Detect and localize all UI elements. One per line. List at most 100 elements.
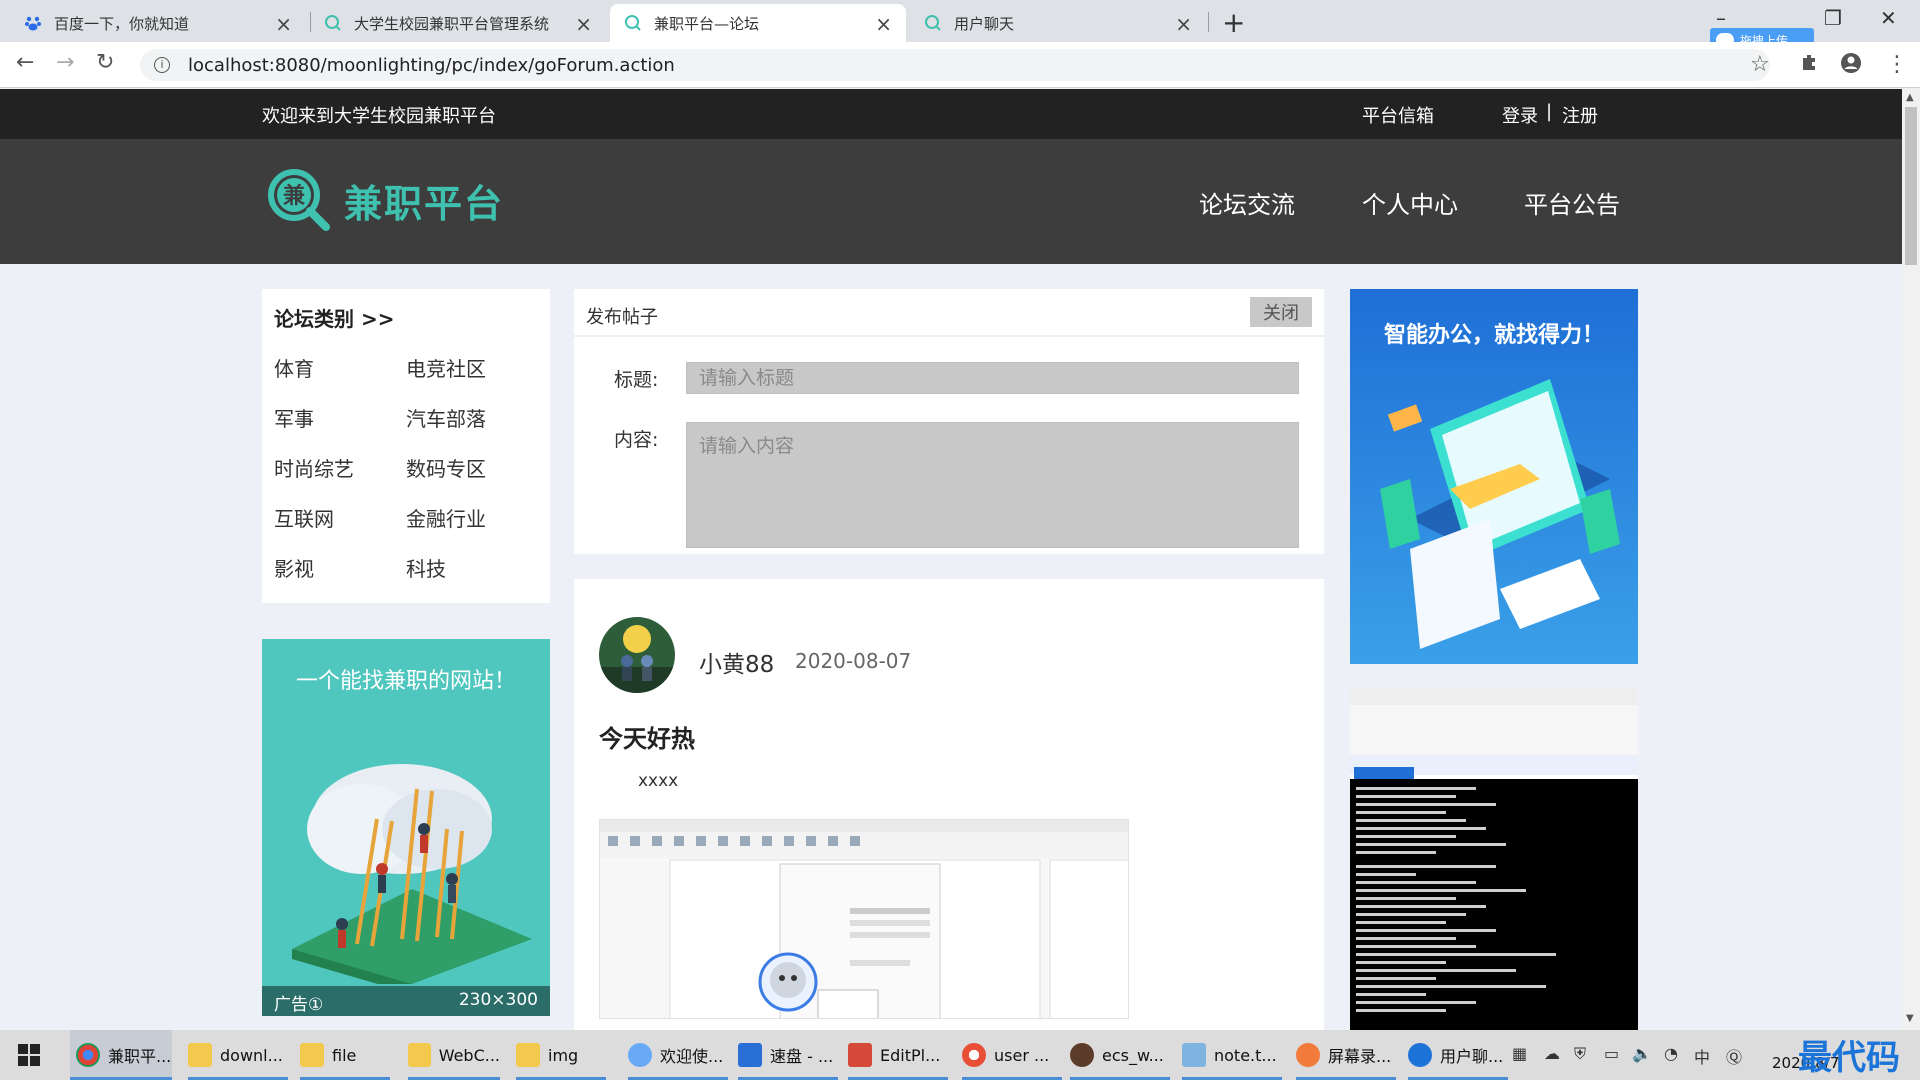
forward-arrow-icon[interactable]: → bbox=[56, 50, 74, 75]
tray-app-icon[interactable]: ▦ bbox=[1512, 1044, 1527, 1063]
taskbar-item-downloads[interactable]: downl... bbox=[188, 1030, 288, 1080]
left-ad-banner[interactable]: 一个能找兼职的网站！ 广告① 230×300 bbox=[262, 639, 550, 1016]
scroll-up-arrow-icon[interactable]: ▲ bbox=[1906, 92, 1914, 103]
cloud-drive-icon bbox=[738, 1043, 762, 1067]
content-label: 内容: bbox=[614, 429, 659, 451]
logo-glyph: 兼 bbox=[283, 183, 305, 209]
close-icon[interactable]: × bbox=[575, 12, 592, 36]
tray-cloud-icon[interactable]: ☁ bbox=[1544, 1044, 1560, 1063]
scroll-down-arrow-icon[interactable]: ▼ bbox=[1906, 1013, 1914, 1024]
address-bar[interactable]: i localhost:8080/moonlighting/pc/index/g… bbox=[140, 49, 1770, 81]
taskbar-item-chat[interactable]: 用户聊... bbox=[1408, 1030, 1508, 1080]
browser-tab-admin[interactable]: 大学生校园兼职平台管理系统 × bbox=[310, 4, 606, 42]
scrollbar-thumb[interactable] bbox=[1905, 107, 1917, 265]
taskbar-item-supan[interactable]: 速盘 - ... bbox=[738, 1030, 838, 1080]
star-icon[interactable]: ☆ bbox=[1750, 52, 1770, 77]
tab-separator bbox=[1208, 12, 1209, 32]
post-date: 2020-08-07 bbox=[795, 649, 912, 673]
taskbar-item-label: 用户聊... bbox=[1440, 1047, 1504, 1066]
back-arrow-icon[interactable]: ← bbox=[16, 50, 34, 75]
laptop-office-illustration bbox=[1380, 379, 1620, 649]
network-icon[interactable]: ◔ bbox=[1664, 1044, 1678, 1063]
browser-tab-baidu[interactable]: 百度一下，你就知道 × bbox=[10, 4, 306, 42]
ad-slogan: 智能办公，就找得力！ bbox=[1383, 323, 1604, 348]
browser-tab-forum[interactable]: 兼职平台—论坛 × bbox=[610, 4, 906, 42]
browser-tab-chat[interactable]: 用户聊天 × bbox=[910, 4, 1206, 42]
tray-shield-icon[interactable]: ⛨ bbox=[1574, 1044, 1586, 1064]
category-item[interactable]: 汽车部落 bbox=[406, 403, 486, 432]
nav-forum[interactable]: 论坛交流 bbox=[1199, 185, 1295, 220]
title-label: 标题: bbox=[614, 369, 659, 391]
avatar[interactable] bbox=[599, 617, 675, 693]
form-divider bbox=[574, 335, 1324, 337]
menu-dots-icon[interactable]: ⋮ bbox=[1886, 52, 1908, 77]
restore-icon[interactable]: ❐ bbox=[1824, 6, 1842, 30]
reload-icon[interactable]: ↻ bbox=[96, 50, 114, 75]
category-item[interactable]: 数码专区 bbox=[406, 453, 486, 482]
site-logo[interactable]: 兼 兼职平台 bbox=[266, 167, 504, 233]
close-icon[interactable]: × bbox=[275, 12, 292, 36]
nav-personal-center[interactable]: 个人中心 bbox=[1362, 185, 1458, 220]
new-tab-button[interactable]: + bbox=[1222, 6, 1245, 39]
taskbar-item-label: WebC... bbox=[438, 1045, 500, 1065]
post-author[interactable]: 小黄88 bbox=[699, 645, 774, 679]
category-item[interactable]: 互联网 bbox=[274, 503, 334, 532]
content-textarea[interactable] bbox=[686, 422, 1299, 548]
taskbar-item-welcome[interactable]: 欢迎使... bbox=[628, 1030, 728, 1080]
right-ad-banner[interactable]: 智能办公，就找得力！ bbox=[1350, 289, 1638, 664]
close-icon[interactable]: × bbox=[875, 12, 892, 36]
taskbar-item-file[interactable]: file bbox=[300, 1030, 390, 1080]
taskbar-item-webc[interactable]: WebC... bbox=[408, 1030, 500, 1080]
mailbox-link[interactable]: 平台信箱 bbox=[1362, 102, 1434, 128]
category-panel: 论坛类别 >> 体育 电竞社区 军事 汽车部落 时尚综艺 数码专区 互联网 金融… bbox=[262, 289, 550, 603]
taskbar-item-ecs[interactable]: ecs_w... bbox=[1070, 1030, 1170, 1080]
cloud-ladder-illustration bbox=[292, 764, 532, 984]
browser-tab-bar: 百度一下，你就知道 × 大学生校园兼职平台管理系统 × 兼职平台—论坛 × 用户… bbox=[0, 0, 1920, 52]
login-link[interactable]: 登录 bbox=[1502, 102, 1538, 128]
extension-puzzle-icon[interactable] bbox=[1800, 52, 1820, 78]
folder-icon bbox=[516, 1043, 540, 1067]
post-image[interactable] bbox=[599, 819, 1129, 1019]
category-item[interactable]: 金融行业 bbox=[406, 503, 486, 532]
close-icon[interactable]: × bbox=[1175, 12, 1192, 36]
window-close-icon[interactable]: ✕ bbox=[1880, 6, 1897, 30]
post-body: xxxx bbox=[638, 771, 679, 791]
taskbar-item-label: 速盘 - ... bbox=[770, 1047, 834, 1066]
category-item[interactable]: 影视 bbox=[274, 553, 314, 582]
close-form-button[interactable]: 关闭 bbox=[1250, 297, 1312, 327]
nav-announcements[interactable]: 平台公告 bbox=[1524, 185, 1620, 220]
info-icon[interactable]: i bbox=[154, 57, 170, 73]
taskbar-item-label: img bbox=[548, 1045, 579, 1065]
tab-title: 兼职平台—论坛 bbox=[654, 14, 760, 33]
category-item[interactable]: 体育 bbox=[274, 353, 314, 382]
taskbar-item-user[interactable]: user ... bbox=[962, 1030, 1062, 1080]
battery-icon[interactable]: ▭ bbox=[1604, 1044, 1619, 1063]
post-title[interactable]: 今天好热 bbox=[599, 719, 695, 754]
taskbar-item-screen-recorder[interactable]: 屏幕录... bbox=[1296, 1030, 1396, 1080]
page-scrollbar[interactable]: ▲ ▼ bbox=[1902, 89, 1920, 1030]
url-text: localhost:8080/moonlighting/pc/index/goF… bbox=[188, 54, 675, 76]
taskbar-item-label: file bbox=[332, 1045, 357, 1065]
taskbar-item-img[interactable]: img bbox=[516, 1030, 606, 1080]
taskbar-item-editplus[interactable]: EditPl... bbox=[848, 1030, 948, 1080]
volume-icon[interactable]: 🔈 bbox=[1632, 1044, 1652, 1063]
baidu-paw-icon bbox=[24, 14, 42, 32]
taskbar-item-label: user ... bbox=[994, 1045, 1050, 1065]
taskbar-item-chrome[interactable]: 兼职平... bbox=[70, 1030, 172, 1080]
taskbar-item-label: EditPl... bbox=[880, 1045, 941, 1065]
minimize-icon[interactable]: – bbox=[1716, 6, 1726, 30]
category-item[interactable]: 电竞社区 bbox=[406, 353, 486, 382]
category-item[interactable]: 时尚综艺 bbox=[274, 453, 354, 482]
input-language[interactable]: 中 bbox=[1694, 1044, 1710, 1068]
right-ad-terminal-image[interactable] bbox=[1350, 689, 1638, 1030]
taskbar-item-notepad[interactable]: note.t... bbox=[1182, 1030, 1282, 1080]
category-item[interactable]: 科技 bbox=[406, 553, 446, 582]
taskbar-item-label: 兼职平... bbox=[108, 1047, 172, 1066]
register-link[interactable]: 注册 bbox=[1562, 102, 1598, 128]
category-item[interactable]: 军事 bbox=[274, 403, 314, 432]
tray-q-icon[interactable]: Ⓠ bbox=[1726, 1044, 1742, 1068]
profile-icon[interactable] bbox=[1840, 52, 1862, 80]
title-input[interactable] bbox=[686, 362, 1299, 394]
ad-slogan: 一个能找兼职的网站！ bbox=[295, 669, 516, 694]
start-button[interactable] bbox=[18, 1030, 40, 1080]
